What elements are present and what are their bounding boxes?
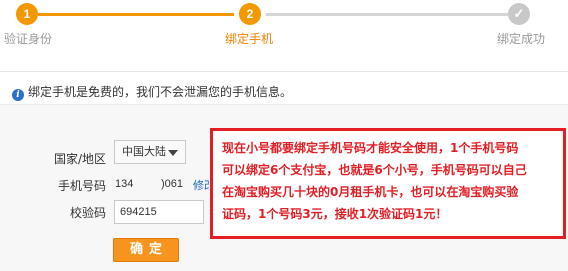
step-progress: 1 2 ✓ 验证身份 绑定手机 绑定成功 bbox=[0, 0, 568, 52]
phone-label: 手机号码 bbox=[58, 179, 107, 193]
confirm-button[interactable]: 确定 bbox=[113, 238, 179, 262]
phone-number-suffix: )061 bbox=[161, 178, 184, 190]
verification-code-input[interactable]: 694215 bbox=[114, 200, 204, 224]
country-select-value: 中国大陆 bbox=[122, 145, 166, 158]
info-icon: i bbox=[12, 89, 24, 101]
modify-phone-link[interactable]: 修改 bbox=[193, 177, 209, 193]
country-select[interactable]: 中国大陆 bbox=[114, 140, 186, 164]
step-1-circle: 1 bbox=[16, 3, 38, 25]
country-label: 国家/地区 bbox=[54, 152, 107, 166]
verification-code-label: 校验码 bbox=[70, 206, 107, 220]
progress-line-pending bbox=[266, 13, 508, 16]
annotation-line: 证码，1个号码3元，接收1次验证码1元！ bbox=[222, 207, 448, 221]
step-3-label: 绑定成功 bbox=[497, 32, 546, 46]
step-2-circle: 2 bbox=[239, 3, 261, 25]
annotation-line: 可以绑定6个支付宝，也就是6个小号，手机号码可以自己 bbox=[222, 163, 527, 177]
progress-line-complete bbox=[38, 13, 234, 16]
phone-number-prefix: 134 bbox=[115, 178, 134, 190]
annotation-box: 现在小号都要绑定手机号码才能安全使用，1个手机号码 可以绑定6个支付宝，也就是6… bbox=[210, 128, 566, 239]
annotation-line: 在淘宝购买几十块的0月租手机卡，也可以在淘宝购买验 bbox=[222, 185, 519, 199]
step-1-label: 验证身份 bbox=[4, 32, 53, 46]
step-2-label: 绑定手机 bbox=[225, 32, 274, 46]
notice-text: 绑定手机是免费的，我们不会泄漏您的手机信息。 bbox=[28, 85, 293, 99]
annotation-line: 现在小号都要绑定手机号码才能安全使用，1个手机号码 bbox=[222, 141, 519, 155]
divider bbox=[0, 71, 568, 72]
privacy-notice: i 绑定手机是免费的，我们不会泄漏您的手机信息。 bbox=[12, 83, 292, 101]
chevron-down-icon bbox=[168, 150, 178, 156]
step-3-check-icon: ✓ bbox=[508, 3, 530, 25]
